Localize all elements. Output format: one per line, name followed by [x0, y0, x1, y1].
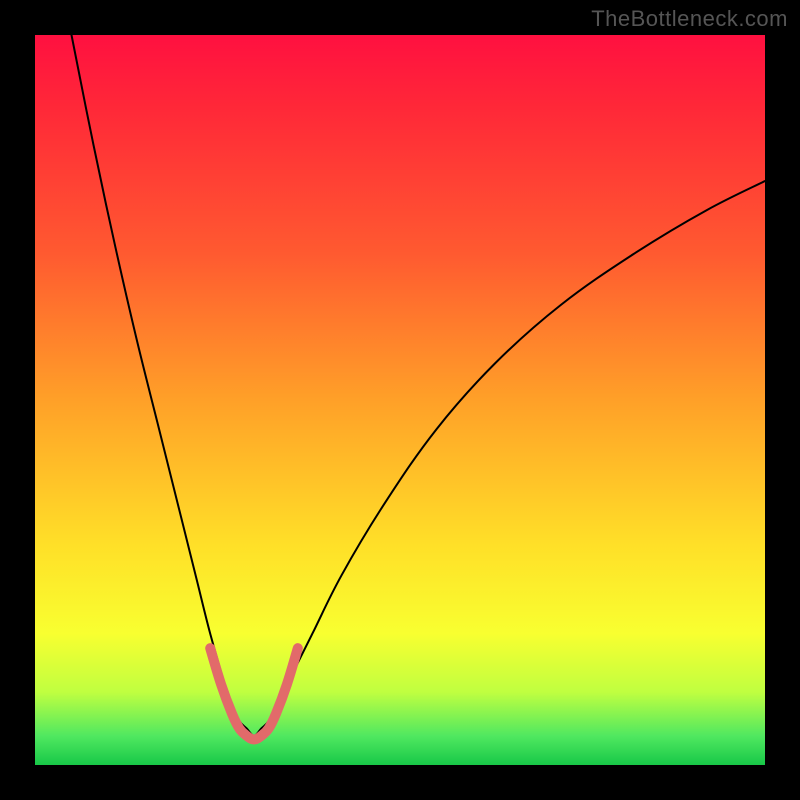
chart-frame: TheBottleneck.com: [0, 0, 800, 800]
valley-highlight: [210, 648, 298, 739]
curve-layer: [35, 35, 765, 765]
plot-area: [35, 35, 765, 765]
bottleneck-curve: [72, 35, 766, 736]
watermark-text: TheBottleneck.com: [591, 6, 788, 32]
